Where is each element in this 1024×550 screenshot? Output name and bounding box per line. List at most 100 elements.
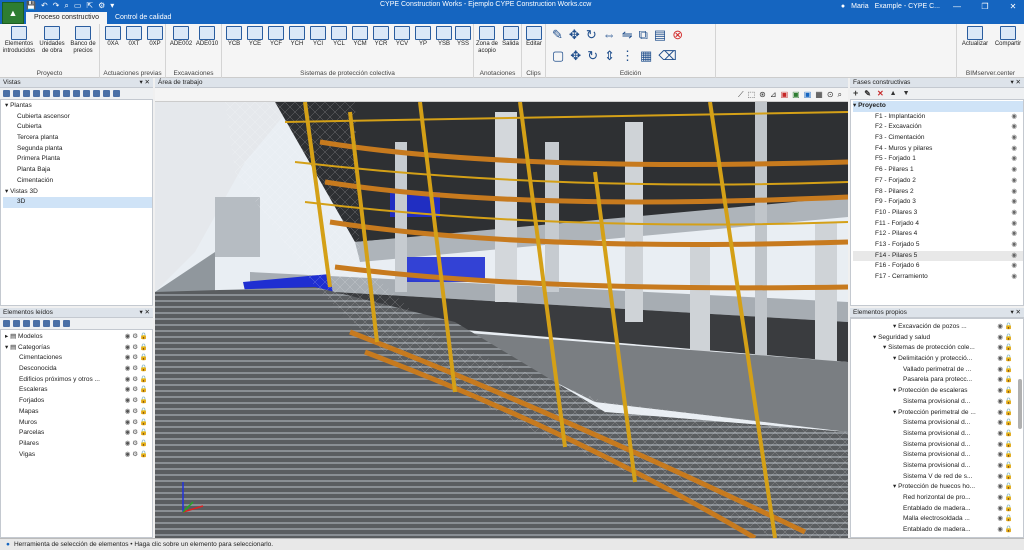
visibility-eye-icon[interactable]: ◉ <box>1011 176 1017 187</box>
layer-icon[interactable]: ▣ <box>781 90 789 100</box>
view-tool-icon[interactable] <box>53 90 60 97</box>
ycf-button[interactable]: YCF <box>266 26 286 48</box>
lock-icon[interactable]: 🔒 <box>1005 355 1013 362</box>
settings-icon[interactable]: ⚙ <box>132 365 140 372</box>
3d-model-render[interactable] <box>155 102 848 538</box>
phase-item[interactable]: F13 - Forjado 5 ◉ <box>853 240 1023 251</box>
phase-item[interactable]: F9 - Forjado 3 ◉ <box>853 197 1023 208</box>
delete-icon[interactable]: ✕ <box>877 90 884 98</box>
tab-proceso-constructivo[interactable]: Proceso constructivo <box>26 12 107 24</box>
visibility-eye-icon[interactable]: ◉ <box>997 526 1004 533</box>
settings-icon[interactable]: ⚙ <box>98 1 105 11</box>
visibility-eye-icon[interactable]: ◉ <box>1011 229 1017 240</box>
move-copy-icon[interactable]: ✥ <box>570 48 581 64</box>
ysb-button[interactable]: YSB <box>434 26 454 48</box>
phase-item[interactable]: F6 - Pilares 1 ◉ <box>853 165 1023 176</box>
visibility-eye-icon[interactable]: ◉ <box>997 483 1004 490</box>
user-name[interactable]: Maria <box>851 3 869 10</box>
unidades-obra-button[interactable]: Unidades de obra <box>38 26 66 55</box>
visibility-eye-icon[interactable]: ◉ <box>1011 187 1017 198</box>
view-tool-icon[interactable] <box>3 90 10 97</box>
lock-icon[interactable]: 🔒 <box>1005 323 1013 330</box>
lock-icon[interactable]: 🔒 <box>1005 366 1013 373</box>
app-logo-icon[interactable]: ▲ <box>2 2 24 24</box>
ade010-button[interactable]: ADE010 <box>195 26 219 48</box>
visibility-eye-icon[interactable]: ◉ <box>1011 154 1017 165</box>
pencil-icon[interactable]: ✎ <box>552 27 563 43</box>
element-item[interactable]: ▾ Excavación de pozos ... ◉ 🔒 <box>853 322 1013 333</box>
lock-icon[interactable]: 🔒 <box>1005 526 1013 533</box>
category-item[interactable]: Desconocida ◉ ⚙ 🔒 <box>3 364 152 375</box>
phase-item[interactable]: F1 - Implantación ◉ <box>853 112 1023 123</box>
save-icon[interactable]: 💾 <box>26 1 36 11</box>
lock-icon[interactable]: 🔒 <box>1005 494 1013 501</box>
element-item[interactable]: Sistema V de red de s... ◉ 🔒 <box>853 471 1013 483</box>
lock-icon[interactable]: 🔒 <box>140 365 148 372</box>
fases-project-node[interactable]: ▾ Proyecto <box>853 101 1023 112</box>
rotate-icon[interactable]: ↻ <box>586 27 597 43</box>
element-item[interactable]: ▾ Protección de escaleras ◉ 🔒 <box>853 386 1013 397</box>
undo-icon[interactable]: ↶ <box>41 1 48 11</box>
lock-icon[interactable]: 🔒 <box>1005 451 1013 458</box>
0xt-button[interactable]: 0XT <box>124 26 144 48</box>
visibility-eye-icon[interactable]: ◉ <box>997 494 1004 501</box>
element-item[interactable]: ▾ Seguridad y salud ◉ 🔒 <box>853 332 1013 344</box>
vistas-item[interactable]: Planta Baja <box>3 165 152 176</box>
phase-item[interactable]: F11 - Forjado 4 ◉ <box>853 219 1023 230</box>
lock-icon[interactable]: 🔒 <box>1005 473 1013 480</box>
vistas-item[interactable]: Primera Planta <box>3 154 152 165</box>
vistas-item[interactable]: ▾ Plantas <box>3 101 152 112</box>
view-tool-icon[interactable] <box>13 90 20 97</box>
lock-icon[interactable]: 🔒 <box>140 354 148 361</box>
visibility-eye-icon[interactable]: ◉ <box>997 398 1004 405</box>
visibility-eye-icon[interactable]: ◉ <box>997 366 1004 373</box>
vistas-item[interactable]: Cubierta <box>3 122 152 133</box>
phase-item[interactable]: F2 - Excavación ◉ <box>853 122 1023 133</box>
add-icon[interactable]: + <box>853 89 858 98</box>
ycm-button[interactable]: YCM <box>350 26 370 48</box>
lock-icon[interactable]: 🔒 <box>140 451 148 458</box>
visibility-eye-icon[interactable]: ◉ <box>997 419 1004 426</box>
zoom-icon[interactable]: ⌕ <box>838 90 842 100</box>
user-icon[interactable]: ● <box>841 3 845 10</box>
view-tool-icon[interactable] <box>33 90 40 97</box>
lock-icon[interactable]: 🔒 <box>140 376 148 383</box>
visibility-eye-icon[interactable]: ◉ <box>1011 144 1017 155</box>
0xp-button[interactable]: 0XP <box>145 26 165 48</box>
phase-item[interactable]: F14 - Pilares 5 ◉ <box>853 250 1023 262</box>
visibility-eye-icon[interactable]: ◉ <box>997 323 1004 330</box>
category-item[interactable]: Escaleras ◉ ⚙ 🔒 <box>3 385 152 396</box>
settings-icon[interactable]: ⚙ <box>132 386 140 393</box>
ade002-button[interactable]: ADE002 <box>169 26 193 48</box>
vistas-item[interactable]: ▾ Vistas 3D <box>3 187 152 198</box>
visibility-eye-icon[interactable]: ◉ <box>997 505 1004 512</box>
visibility-eye-icon[interactable]: ◉ <box>997 344 1004 351</box>
lock-icon[interactable]: 🔒 <box>140 397 148 404</box>
minimize-button[interactable]: — <box>946 2 968 11</box>
filter-icon[interactable] <box>63 320 70 327</box>
move-icon[interactable]: ✥ <box>569 27 580 43</box>
rotate-copy-icon[interactable]: ↻ <box>587 48 598 64</box>
lock-icon[interactable]: 🔒 <box>1005 376 1013 383</box>
view-tool-icon[interactable] <box>93 90 100 97</box>
close-icon[interactable]: ▾ ✕ <box>1010 78 1021 86</box>
settings-icon[interactable]: ⚙ <box>132 376 140 383</box>
vistas-item[interactable]: 3D <box>3 197 152 208</box>
element-item[interactable]: Pasarela para protecc... ◉ 🔒 <box>853 375 1013 387</box>
visibility-eye-icon[interactable]: ◉ <box>1011 133 1017 144</box>
visibility-eye-icon[interactable]: ◉ <box>1011 165 1017 176</box>
layer-icon[interactable]: ▣ <box>804 90 812 100</box>
editar-button[interactable]: Editar <box>524 26 544 48</box>
visibility-eye-icon[interactable]: ◉ <box>997 334 1004 341</box>
close-icon[interactable]: ▾ ✕ <box>1010 308 1021 316</box>
category-item[interactable]: Forjados ◉ ⚙ 🔒 <box>3 396 152 407</box>
phase-item[interactable]: F8 - Pilares 2 ◉ <box>853 187 1023 198</box>
element-item[interactable]: ▾ Sistemas de protección cole... ◉ 🔒 <box>853 343 1013 355</box>
category-item[interactable]: Cimentaciones ◉ ⚙ 🔒 <box>3 353 152 364</box>
lock-icon[interactable]: 🔒 <box>1005 483 1013 490</box>
element-item[interactable]: Sistema provisional d... ◉ 🔒 <box>853 396 1013 408</box>
lock-icon[interactable]: 🔒 <box>1005 398 1013 405</box>
close-button[interactable]: ✕ <box>1002 2 1024 11</box>
category-item[interactable]: ▾ ▤ Categorías ◉ ⚙ 🔒 <box>3 343 152 354</box>
visibility-eye-icon[interactable]: ◉ <box>997 376 1004 383</box>
